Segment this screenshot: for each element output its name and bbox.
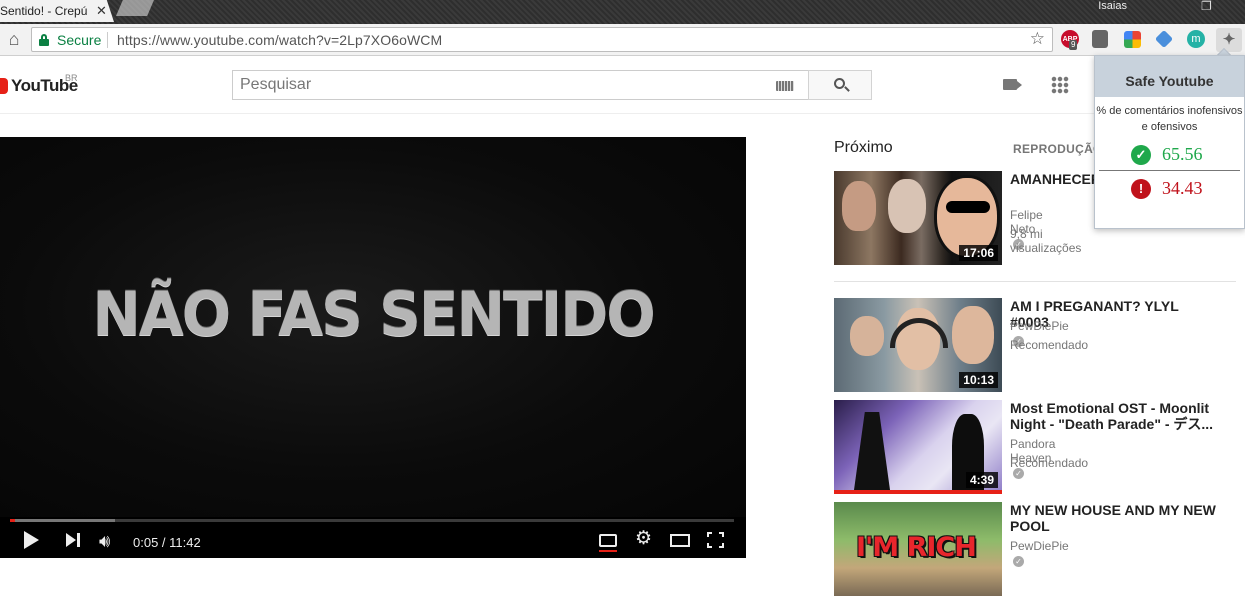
offensive-row: ! 34.43 bbox=[1131, 178, 1203, 199]
puzzle-icon[interactable]: ✦ bbox=[1216, 28, 1242, 52]
tab-strip: Sentido! - Crepú ✕ Isaias ❐ bbox=[0, 0, 1245, 24]
next-icon[interactable] bbox=[66, 533, 76, 547]
thumbnail-text: I'M RICH bbox=[856, 532, 977, 563]
address-bar[interactable]: Secure https://www.youtube.com/watch?v=2… bbox=[31, 27, 1053, 52]
play-icon[interactable] bbox=[24, 531, 39, 549]
country-code: BR bbox=[65, 73, 78, 83]
url-text[interactable]: https://www.youtube.com/watch?v=2Lp7XO6o… bbox=[117, 32, 442, 48]
search-input[interactable]: Pesquisar bbox=[232, 70, 808, 100]
progress-bar[interactable] bbox=[10, 519, 734, 522]
video-thumbnail[interactable]: I'M RICH bbox=[834, 502, 1002, 596]
video-title[interactable]: Most Emotional OST - Moonlit Night - "De… bbox=[1010, 400, 1220, 432]
address-separator bbox=[107, 32, 108, 48]
extension-4-icon[interactable] bbox=[1154, 29, 1174, 49]
youtube-play-icon bbox=[0, 78, 8, 94]
adblock-badge: 9 bbox=[1069, 40, 1078, 50]
volume-icon[interactable]: 🔊︎ bbox=[99, 531, 110, 551]
search-button[interactable] bbox=[808, 70, 872, 100]
check-circle-icon: ✓ bbox=[1131, 144, 1151, 165]
profile-name[interactable]: Isaias bbox=[1098, 0, 1127, 12]
video-thumbnail[interactable]: 17:06 bbox=[834, 171, 1002, 265]
settings-gear-icon[interactable]: ⚙ bbox=[635, 529, 652, 549]
tab-close-icon[interactable]: ✕ bbox=[96, 4, 107, 18]
tab-title: Sentido! - Crepú bbox=[0, 4, 88, 18]
progress-played bbox=[10, 519, 16, 522]
bookmark-star-icon[interactable]: ☆ bbox=[1030, 29, 1045, 49]
browser-toolbar: ⌂ Secure https://www.youtube.com/watch?v… bbox=[0, 24, 1245, 56]
keyboard-icon[interactable] bbox=[776, 81, 794, 91]
verified-icon: ✓ bbox=[1013, 556, 1024, 567]
browser-tab[interactable]: Sentido! - Crepú ✕ bbox=[0, 0, 114, 22]
popup-title: Safe Youtube bbox=[1095, 56, 1244, 97]
time-display: 0:05 / 11:42 bbox=[133, 535, 201, 550]
video-frame[interactable]: NÃO FAS SENTIDO bbox=[0, 137, 746, 517]
video-meta: Recomendado bbox=[1010, 456, 1089, 470]
chrome-extension-icon[interactable] bbox=[1124, 31, 1141, 48]
window-restore-icon[interactable]: ❐ bbox=[1201, 0, 1215, 13]
autoplay-label[interactable]: REPRODUÇÃO bbox=[1013, 142, 1103, 156]
search-placeholder: Pesquisar bbox=[240, 76, 312, 93]
divider bbox=[834, 281, 1236, 282]
lock-icon bbox=[39, 34, 49, 46]
channel-name: PewDiePie✓ bbox=[1010, 539, 1069, 567]
alert-circle-icon: ! bbox=[1131, 178, 1151, 199]
extension-2-icon[interactable] bbox=[1092, 30, 1108, 48]
video-thumbnail[interactable]: 4:39 bbox=[834, 400, 1002, 494]
new-tab-button[interactable] bbox=[116, 0, 154, 16]
harmless-row: ✓ 65.56 bbox=[1131, 144, 1203, 165]
video-meta: Recomendado bbox=[1010, 338, 1089, 352]
video-title-art: NÃO FAS SENTIDO bbox=[92, 278, 655, 350]
video-duration: 4:39 bbox=[965, 472, 998, 488]
fullscreen-icon[interactable] bbox=[707, 532, 724, 548]
upload-video-icon[interactable] bbox=[1003, 79, 1022, 90]
watched-progress bbox=[834, 490, 1002, 494]
home-icon[interactable]: ⌂ bbox=[4, 30, 24, 50]
youtube-masthead: YouTube BR Pesquisar bbox=[0, 56, 1245, 114]
popup-description: % de comentários inofensivos e ofensivos bbox=[1096, 105, 1243, 133]
secure-label: Secure bbox=[57, 32, 102, 48]
video-title[interactable]: MY NEW HOUSE AND MY NEW POOL bbox=[1010, 502, 1220, 534]
video-thumbnail[interactable]: 10:13 bbox=[834, 298, 1002, 392]
video-player[interactable]: NÃO FAS SENTIDO 🔊︎ 0:05 / 11:42 ⚙ bbox=[0, 137, 746, 558]
video-duration: 17:06 bbox=[959, 245, 998, 261]
theater-mode-icon[interactable] bbox=[670, 534, 690, 547]
extension-m-icon[interactable]: m bbox=[1187, 30, 1205, 48]
progress-loaded bbox=[10, 519, 115, 522]
video-meta: 9,8 mi visualizações bbox=[1010, 227, 1082, 255]
popup-divider bbox=[1099, 170, 1240, 171]
offensive-percent: 34.43 bbox=[1162, 178, 1203, 198]
apps-grid-icon[interactable] bbox=[1051, 76, 1069, 94]
video-duration: 10:13 bbox=[959, 372, 998, 388]
harmless-percent: 65.56 bbox=[1162, 144, 1203, 164]
up-next-label: Próximo bbox=[834, 139, 893, 156]
safe-youtube-popup: Safe Youtube % de comentários inofensivo… bbox=[1094, 55, 1245, 229]
subtitles-icon[interactable] bbox=[599, 534, 617, 547]
